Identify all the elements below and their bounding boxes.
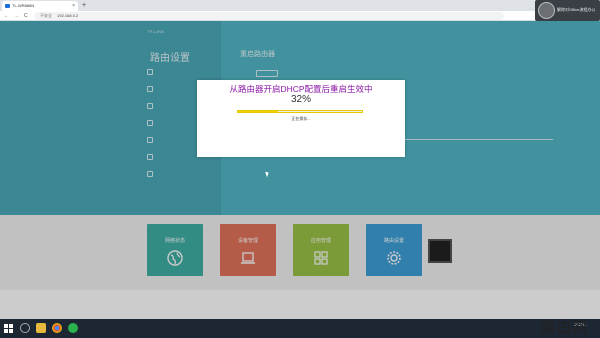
reboot-progress-dialog: 从路由器开启DHCP配置后重启生效中 32% 正在保存... [197, 80, 405, 157]
progress-percent: 32% [290, 94, 311, 105]
windows-start-icon[interactable] [4, 324, 13, 333]
modal-backdrop [0, 21, 600, 319]
tab-title: TL-WR886N [12, 3, 35, 8]
router-admin-page: TP-LINK 路由设置 重启路由器 网络状态 设备管理 应用管理 路由设置 从… [0, 21, 600, 319]
app-icon[interactable] [68, 323, 78, 333]
search-icon[interactable] [20, 323, 30, 333]
file-explorer-icon[interactable] [36, 323, 46, 333]
tab-favicon-icon [5, 4, 10, 8]
chat-name: 解除对Office流程办公 [557, 7, 596, 12]
avatar [538, 2, 555, 19]
taskbar: 2022/... [0, 319, 600, 338]
tab-close-icon[interactable]: × [72, 1, 75, 11]
reload-icon[interactable]: C [24, 11, 28, 21]
watermark-text: 路由网 [540, 319, 589, 336]
progress-track [237, 110, 363, 113]
chat-overlay[interactable]: 解除对Office流程办公 [535, 0, 600, 21]
security-label: 不安全 [40, 13, 52, 18]
browser-tab-bar: TL-WR886N × + [0, 0, 600, 11]
back-icon[interactable]: ← [4, 11, 9, 21]
url-input[interactable]: 不安全 192.168.0.2 [34, 12, 504, 20]
address-bar: ← → C 不安全 192.168.0.2 [0, 11, 600, 21]
url-text: 192.168.0.2 [57, 13, 79, 18]
forward-icon[interactable]: → [14, 11, 19, 21]
browser-tab[interactable]: TL-WR886N × [2, 1, 78, 11]
chrome-icon[interactable] [52, 323, 62, 333]
progress-fill [238, 111, 278, 112]
new-tab-button[interactable]: + [82, 0, 86, 11]
dialog-status: 正在保存... [291, 116, 311, 121]
